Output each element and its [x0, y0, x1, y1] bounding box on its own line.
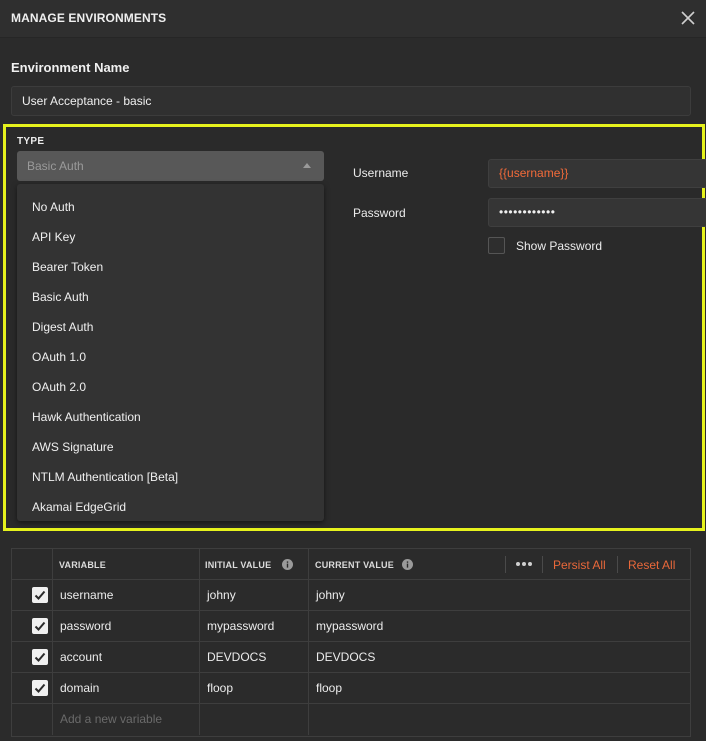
row-enabled-checkbox[interactable]: [32, 618, 48, 634]
environment-name-label: Environment Name: [11, 60, 130, 75]
new-variable-input[interactable]: Add a new variable: [60, 712, 162, 726]
auth-option-digest-auth[interactable]: Digest Auth: [17, 312, 324, 342]
table-row: username johny johny: [12, 580, 690, 611]
row-enabled-checkbox[interactable]: [32, 649, 48, 665]
new-variable-row: Add a new variable: [12, 704, 690, 735]
column-header-variable: VARIABLE: [59, 560, 106, 570]
password-field[interactable]: ••••••••••••: [488, 198, 706, 227]
auth-option-akamai[interactable]: Akamai EdgeGrid: [17, 492, 324, 522]
current-value-cell[interactable]: DEVDOCS: [316, 650, 375, 664]
auth-option-bearer-token[interactable]: Bearer Token: [17, 252, 324, 282]
auth-option-oauth-2[interactable]: OAuth 2.0: [17, 372, 324, 402]
table-row: password mypassword mypassword: [12, 611, 690, 642]
auth-section: TYPE Basic Auth No Auth API Key Bearer T…: [3, 124, 706, 531]
close-icon[interactable]: [679, 9, 697, 27]
auth-type-dropdown: No Auth API Key Bearer Token Basic Auth …: [17, 184, 324, 521]
show-password-label: Show Password: [516, 239, 603, 253]
variables-table: VARIABLE INITIAL VALUE CURRENT VALUE Per…: [11, 548, 691, 737]
show-password-checkbox[interactable]: [488, 237, 505, 254]
auth-option-aws-signature[interactable]: AWS Signature: [17, 432, 324, 462]
info-icon[interactable]: [282, 559, 293, 570]
password-label: Password: [353, 206, 406, 220]
column-header-current-value: CURRENT VALUE: [315, 560, 394, 570]
table-row: domain floop floop: [12, 673, 690, 704]
auth-type-select[interactable]: Basic Auth: [17, 151, 324, 181]
persist-all-button[interactable]: Persist All: [553, 558, 606, 572]
auth-option-oauth-1[interactable]: OAuth 1.0: [17, 342, 324, 372]
more-horizontal-icon[interactable]: [515, 561, 533, 567]
initial-value-cell[interactable]: floop: [207, 681, 233, 695]
row-enabled-checkbox[interactable]: [32, 680, 48, 696]
current-value-cell[interactable]: johny: [316, 588, 345, 602]
auth-option-hawk[interactable]: Hawk Authentication: [17, 402, 324, 432]
environment-name-input[interactable]: [11, 86, 691, 116]
variable-name-cell[interactable]: domain: [60, 681, 99, 695]
auth-type-label: TYPE: [17, 136, 45, 147]
modal-header: MANAGE ENVIRONMENTS: [0, 0, 706, 38]
current-value-cell[interactable]: floop: [316, 681, 342, 695]
modal-title: MANAGE ENVIRONMENTS: [11, 11, 167, 25]
row-enabled-checkbox[interactable]: [32, 587, 48, 603]
initial-value-cell[interactable]: DEVDOCS: [207, 650, 266, 664]
initial-value-cell[interactable]: mypassword: [207, 619, 274, 633]
username-field[interactable]: {{username}}: [488, 159, 706, 188]
auth-option-api-key[interactable]: API Key: [17, 222, 324, 252]
username-label: Username: [353, 166, 409, 180]
column-header-initial-value: INITIAL VALUE: [205, 560, 272, 570]
auth-type-selected-value: Basic Auth: [27, 159, 84, 173]
variable-name-cell[interactable]: password: [60, 619, 111, 633]
table-row: account DEVDOCS DEVDOCS: [12, 642, 690, 673]
reset-all-button[interactable]: Reset All: [628, 558, 675, 572]
auth-option-ntlm[interactable]: NTLM Authentication [Beta]: [17, 462, 324, 492]
table-header-row: VARIABLE INITIAL VALUE CURRENT VALUE Per…: [12, 549, 690, 580]
variable-name-cell[interactable]: username: [60, 588, 113, 602]
caret-up-icon: [303, 163, 311, 168]
initial-value-cell[interactable]: johny: [207, 588, 236, 602]
variable-name-cell[interactable]: account: [60, 650, 102, 664]
auth-option-no-auth[interactable]: No Auth: [17, 192, 324, 222]
current-value-cell[interactable]: mypassword: [316, 619, 383, 633]
auth-option-basic-auth[interactable]: Basic Auth: [17, 282, 324, 312]
info-icon[interactable]: [402, 559, 413, 570]
